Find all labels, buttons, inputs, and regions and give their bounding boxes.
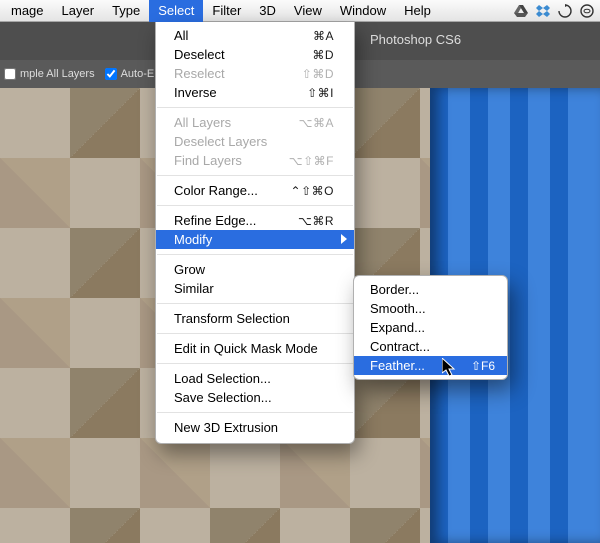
select-dropdown: All ⌘A Deselect ⌘D Reselect ⇧⌘D Inverse … bbox=[155, 22, 355, 444]
menuitem-shortcut: ⇧⌘D bbox=[302, 67, 334, 81]
submenu-arrow-icon bbox=[341, 234, 347, 244]
menu-help[interactable]: Help bbox=[395, 0, 440, 22]
menuitem-inverse[interactable]: Inverse ⇧⌘I bbox=[156, 83, 354, 102]
menuitem-refine-edge[interactable]: Refine Edge... ⌥⌘R bbox=[156, 211, 354, 230]
submenuitem-shortcut: ⇧F6 bbox=[471, 359, 495, 373]
menuitem-similar[interactable]: Similar bbox=[156, 279, 354, 298]
menu-separator bbox=[157, 107, 353, 108]
menu-layer[interactable]: Layer bbox=[53, 0, 104, 22]
gdrive-icon[interactable] bbox=[514, 5, 528, 17]
menu-select[interactable]: Select bbox=[149, 0, 203, 22]
menuitem-find-layers: Find Layers ⌥⇧⌘F bbox=[156, 151, 354, 170]
menuitem-shortcut: ⌥⌘A bbox=[299, 116, 334, 130]
menu-separator bbox=[157, 254, 353, 255]
menuitem-label: Edit in Quick Mask Mode bbox=[174, 341, 318, 356]
menuitem-label: New 3D Extrusion bbox=[174, 420, 278, 435]
menuitem-shortcut: ⌘D bbox=[312, 48, 334, 62]
menuitem-label: Deselect Layers bbox=[174, 134, 267, 149]
menuitem-all-layers: All Layers ⌥⌘A bbox=[156, 113, 354, 132]
menuitem-deselect-layers: Deselect Layers bbox=[156, 132, 354, 151]
sample-layers-label: mple All Layers bbox=[20, 68, 95, 80]
menu-separator bbox=[157, 303, 353, 304]
menubar-tray bbox=[514, 4, 600, 18]
menu-type[interactable]: Type bbox=[103, 0, 149, 22]
menuitem-label: All Layers bbox=[174, 115, 231, 130]
menu-image[interactable]: mage bbox=[2, 0, 53, 22]
menuitem-label: All bbox=[174, 28, 188, 43]
menuitem-color-range[interactable]: Color Range... ⌃⇧⌘O bbox=[156, 181, 354, 200]
menuitem-label: Find Layers bbox=[174, 153, 242, 168]
submenuitem-label: Border... bbox=[370, 282, 419, 297]
menuitem-deselect[interactable]: Deselect ⌘D bbox=[156, 45, 354, 64]
opt-sample-all-layers[interactable]: mple All Layers bbox=[4, 68, 95, 80]
menuitem-shortcut: ⌘A bbox=[313, 29, 334, 43]
submenuitem-smooth[interactable]: Smooth... bbox=[354, 299, 507, 318]
dropbox-icon[interactable] bbox=[536, 5, 550, 17]
menuitem-label: Save Selection... bbox=[174, 390, 272, 405]
menu-window[interactable]: Window bbox=[331, 0, 395, 22]
modify-submenu: Border... Smooth... Expand... Contract..… bbox=[353, 275, 508, 380]
menu-3d[interactable]: 3D bbox=[250, 0, 285, 22]
submenuitem-label: Expand... bbox=[370, 320, 425, 335]
menuitem-label: Color Range... bbox=[174, 183, 258, 198]
menu-view[interactable]: View bbox=[285, 0, 331, 22]
menuitem-save-selection[interactable]: Save Selection... bbox=[156, 388, 354, 407]
menuitem-label: Transform Selection bbox=[174, 311, 290, 326]
menu-separator bbox=[157, 175, 353, 176]
menuitem-reselect: Reselect ⇧⌘D bbox=[156, 64, 354, 83]
menu-filter[interactable]: Filter bbox=[203, 0, 250, 22]
menu-separator bbox=[157, 412, 353, 413]
macos-menubar: mage Layer Type Select Filter 3D View Wi… bbox=[0, 0, 600, 22]
menuitem-load-selection[interactable]: Load Selection... bbox=[156, 369, 354, 388]
menu-separator bbox=[157, 205, 353, 206]
submenuitem-feather[interactable]: Feather... ⇧F6 bbox=[354, 356, 507, 375]
menuitem-label: Modify bbox=[174, 232, 212, 247]
menuitem-new-3d-extrusion[interactable]: New 3D Extrusion bbox=[156, 418, 354, 437]
auto-enhance-checkbox[interactable] bbox=[105, 68, 117, 80]
menu-separator bbox=[157, 333, 353, 334]
menu-separator bbox=[157, 363, 353, 364]
cc-icon[interactable] bbox=[580, 4, 594, 18]
menuitem-grow[interactable]: Grow bbox=[156, 260, 354, 279]
menuitem-shortcut: ⌥⇧⌘F bbox=[289, 154, 334, 168]
menuitem-label: Inverse bbox=[174, 85, 217, 100]
menuitem-label: Load Selection... bbox=[174, 371, 271, 386]
menuitem-label: Grow bbox=[174, 262, 205, 277]
app-title: Photoshop CS6 bbox=[370, 32, 461, 47]
menuitem-modify[interactable]: Modify bbox=[156, 230, 354, 249]
menuitem-all[interactable]: All ⌘A bbox=[156, 26, 354, 45]
menuitem-label: Similar bbox=[174, 281, 214, 296]
menuitem-shortcut: ⌥⌘R bbox=[298, 214, 334, 228]
menuitem-shortcut: ⇧⌘I bbox=[307, 86, 334, 100]
menuitem-label: Reselect bbox=[174, 66, 225, 81]
menuitem-label: Refine Edge... bbox=[174, 213, 256, 228]
submenuitem-label: Smooth... bbox=[370, 301, 426, 316]
sync-icon[interactable] bbox=[558, 4, 572, 18]
submenuitem-label: Feather... bbox=[370, 358, 425, 373]
submenuitem-contract[interactable]: Contract... bbox=[354, 337, 507, 356]
menuitem-quick-mask[interactable]: Edit in Quick Mask Mode bbox=[156, 339, 354, 358]
submenuitem-border[interactable]: Border... bbox=[354, 280, 507, 299]
submenuitem-expand[interactable]: Expand... bbox=[354, 318, 507, 337]
menuitem-label: Deselect bbox=[174, 47, 225, 62]
sample-layers-checkbox[interactable] bbox=[4, 68, 16, 80]
submenuitem-label: Contract... bbox=[370, 339, 430, 354]
menuitem-transform-selection[interactable]: Transform Selection bbox=[156, 309, 354, 328]
menuitem-shortcut: ⌃⇧⌘O bbox=[291, 184, 334, 198]
